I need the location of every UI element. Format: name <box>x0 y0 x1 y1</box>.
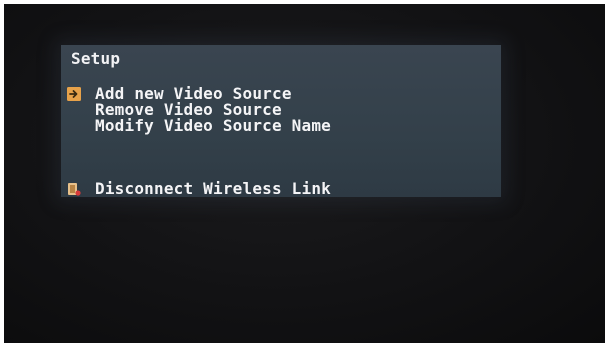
arrow-right-icon <box>67 87 81 101</box>
door-exit-icon <box>67 182 81 196</box>
setup-menu-list: Add new Video Source Remove Video Source… <box>95 86 331 134</box>
setup-menu-panel: Setup Add new Video Source Remove Video … <box>61 45 501 197</box>
menu-title: Setup <box>71 49 121 68</box>
tv-screen: Setup Add new Video Source Remove Video … <box>4 4 605 343</box>
menu-item-modify-video-source-name[interactable]: Modify Video Source Name <box>95 118 331 134</box>
menu-item-disconnect-wireless-link[interactable]: Disconnect Wireless Link <box>95 181 331 197</box>
photo-frame: Setup Add new Video Source Remove Video … <box>0 0 609 347</box>
